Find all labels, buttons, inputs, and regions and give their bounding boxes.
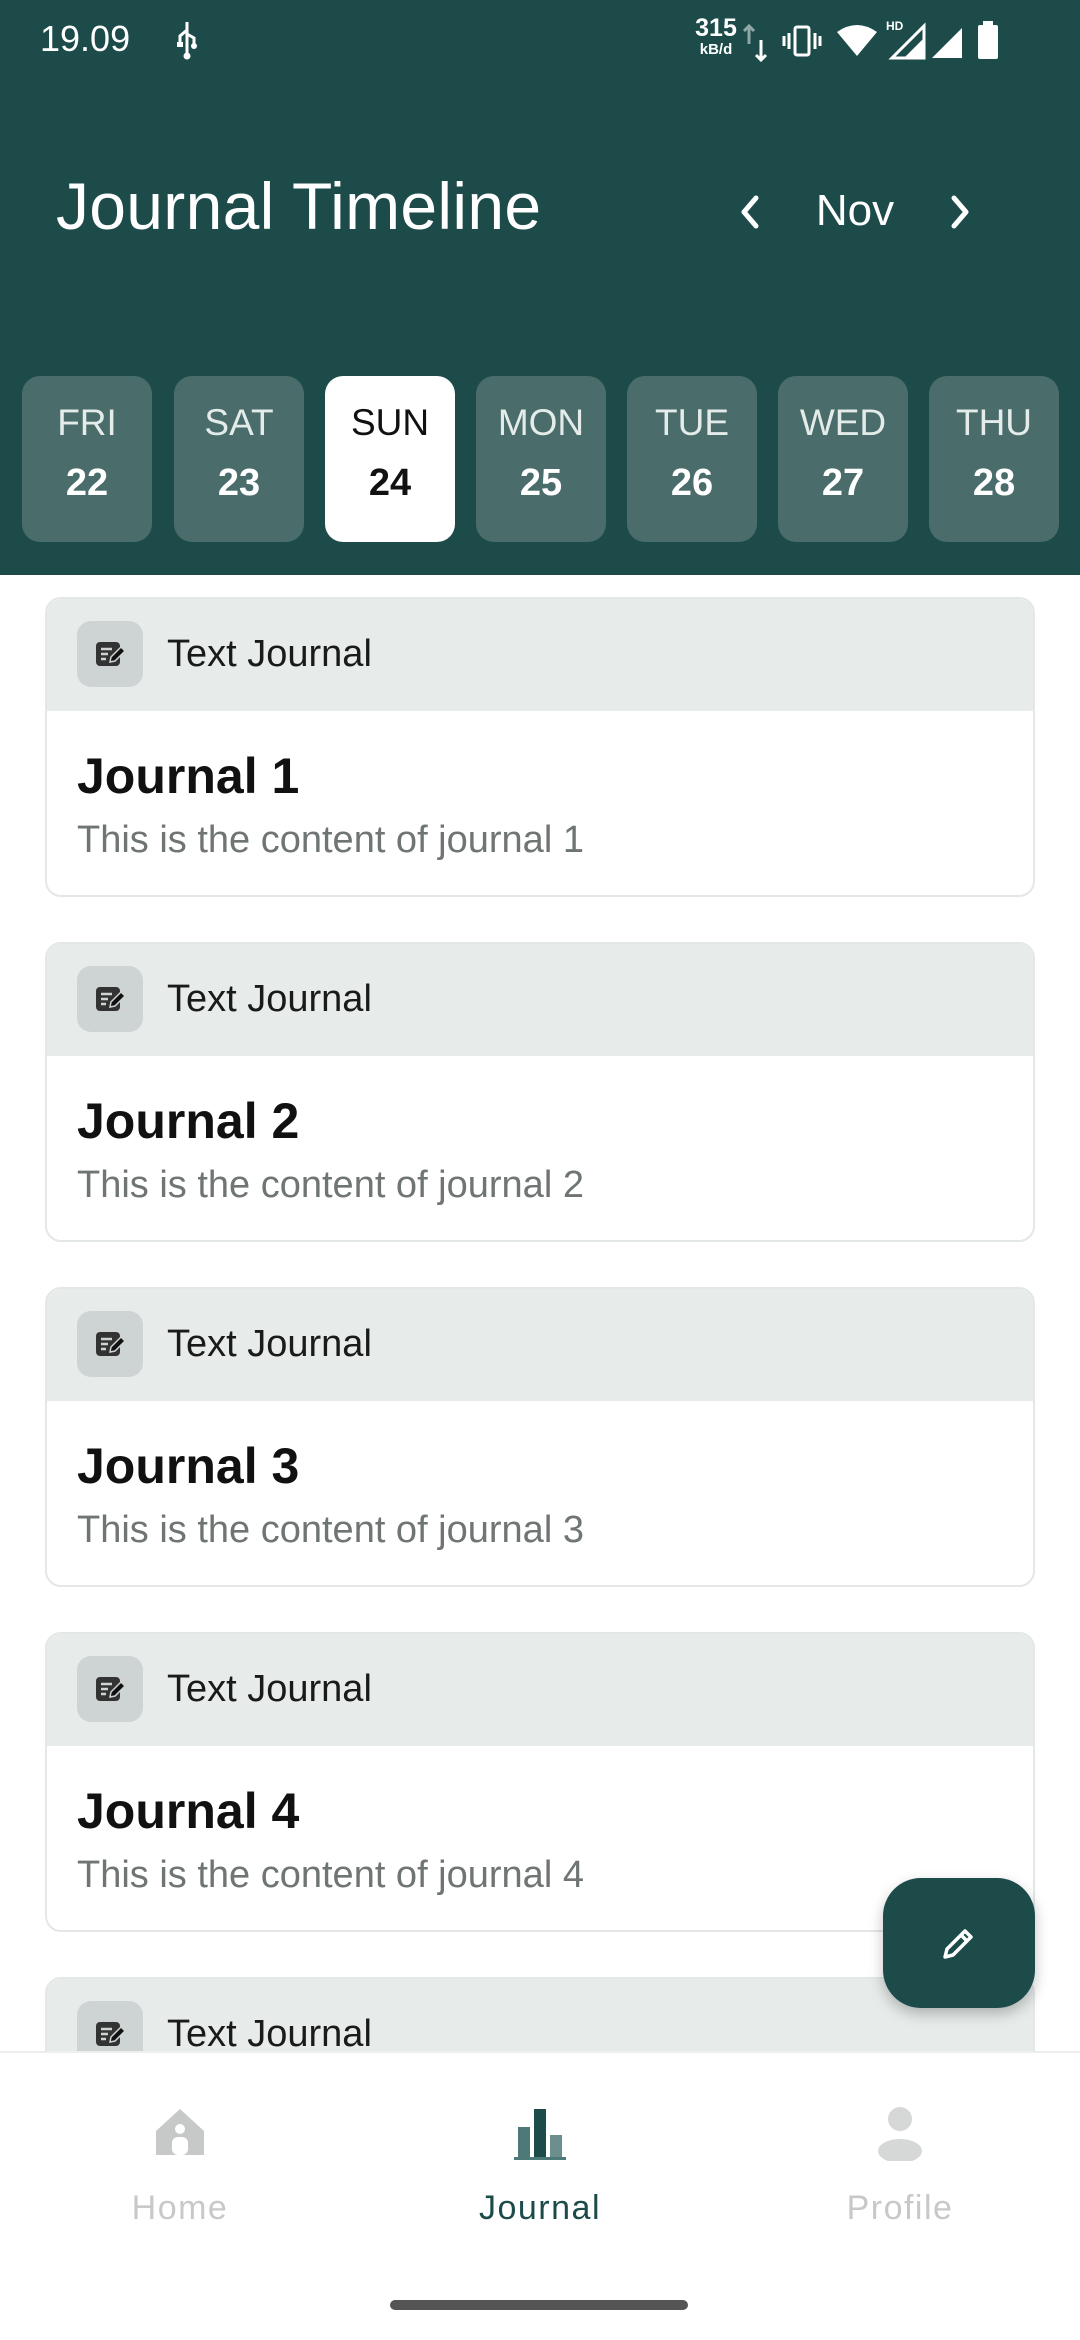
card-header: Text Journal bbox=[47, 599, 1033, 711]
day-chip-tue[interactable]: TUE 26 bbox=[627, 376, 757, 542]
home-icon bbox=[156, 2109, 204, 2155]
journal-type-label: Text Journal bbox=[167, 633, 372, 675]
hd-signal-icon: HD bbox=[886, 19, 926, 60]
journal-card[interactable]: Text Journal Journal 2 This is the conte… bbox=[45, 942, 1035, 1242]
journal-content: This is the content of journal 3 bbox=[77, 1509, 584, 1551]
edit-note-icon bbox=[77, 1311, 143, 1377]
journal-card[interactable]: Text Journal Journal 3 This is the conte… bbox=[45, 1287, 1035, 1587]
nav-label: Home bbox=[131, 2189, 229, 2227]
nav-label: Profile bbox=[846, 2189, 954, 2227]
nav-item-journal[interactable]: Journal bbox=[360, 2053, 720, 2253]
battery-icon bbox=[978, 21, 998, 59]
month-label: Nov bbox=[815, 186, 895, 235]
journal-type-label: Text Journal bbox=[167, 2013, 372, 2051]
day-name: MON bbox=[497, 402, 585, 443]
edit-note-icon bbox=[77, 2001, 143, 2051]
day-name: SAT bbox=[204, 402, 274, 443]
day-name: SUN bbox=[350, 402, 430, 443]
day-name: WED bbox=[799, 402, 887, 443]
net-speed-unit: kB/d bbox=[699, 41, 733, 58]
wifi-icon bbox=[837, 25, 877, 56]
person-icon bbox=[878, 2107, 922, 2161]
day-number: 22 bbox=[65, 462, 109, 504]
nav-label: Journal bbox=[478, 2189, 601, 2227]
bottom-navigation: Home Journal Profile bbox=[0, 2051, 1080, 2340]
card-header: Text Journal bbox=[47, 1289, 1033, 1401]
status-time: 19.09 bbox=[40, 18, 131, 59]
net-speed-value: 315 bbox=[695, 14, 737, 42]
card-header: Text Journal bbox=[47, 1634, 1033, 1746]
card-body: Journal 3 This is the content of journal… bbox=[47, 1401, 1033, 1585]
net-speed: 315 kB/d bbox=[694, 14, 738, 58]
chevron-left-icon[interactable] bbox=[728, 186, 772, 238]
day-chip-sat[interactable]: SAT 23 bbox=[174, 376, 304, 542]
svg-text:HD: HD bbox=[886, 19, 904, 33]
journal-title: Journal 3 bbox=[77, 1438, 300, 1494]
card-body: Journal 1 This is the content of journal… bbox=[47, 711, 1033, 895]
edit-note-icon bbox=[77, 621, 143, 687]
day-number: 24 bbox=[368, 462, 412, 504]
nav-item-profile[interactable]: Profile bbox=[720, 2053, 1080, 2253]
day-selector: FRI 22 SAT 23 SUN 24 MON 25 TUE 26 WED 2… bbox=[0, 376, 1080, 542]
journal-type-label: Text Journal bbox=[167, 978, 372, 1020]
day-chip-fri[interactable]: FRI 22 bbox=[22, 376, 152, 542]
journal-card[interactable]: Text Journal Journal 4 This is the conte… bbox=[45, 1632, 1035, 1932]
journal-title: Journal 1 bbox=[77, 748, 300, 804]
home-indicator[interactable] bbox=[390, 2300, 688, 2310]
journal-type-label: Text Journal bbox=[167, 1323, 372, 1365]
day-name: THU bbox=[955, 402, 1033, 443]
day-name: TUE bbox=[655, 402, 729, 443]
journal-content: This is the content of journal 2 bbox=[77, 1164, 584, 1206]
journal-list[interactable]: Text Journal Journal 1 This is the conte… bbox=[0, 575, 1080, 2051]
vibrate-icon bbox=[782, 25, 822, 57]
signal-icon bbox=[932, 28, 962, 58]
data-transfer-icon bbox=[742, 23, 768, 63]
journal-title: Journal 2 bbox=[77, 1093, 300, 1149]
journal-content: This is the content of journal 1 bbox=[77, 819, 584, 861]
journal-card[interactable]: Text Journal Journal 1 This is the conte… bbox=[45, 597, 1035, 897]
journal-title: Journal 4 bbox=[77, 1783, 300, 1839]
edit-note-icon bbox=[77, 966, 143, 1032]
new-journal-button[interactable] bbox=[883, 1878, 1035, 2008]
day-number: 28 bbox=[972, 462, 1016, 504]
day-chip-thu[interactable]: THU 28 bbox=[929, 376, 1059, 542]
journal-content: This is the content of journal 4 bbox=[77, 1854, 584, 1896]
card-header: Text Journal bbox=[47, 1979, 1033, 2051]
day-number: 27 bbox=[821, 462, 865, 504]
journal-type-label: Text Journal bbox=[167, 1668, 372, 1710]
app-header: 19.09 315 kB/d HD Journal Timeline Nov F… bbox=[0, 0, 1080, 575]
day-name: FRI bbox=[57, 402, 117, 443]
card-header: Text Journal bbox=[47, 944, 1033, 1056]
usb-icon bbox=[177, 22, 197, 60]
page-title: Journal Timeline bbox=[56, 169, 542, 243]
edit-note-icon bbox=[77, 1656, 143, 1722]
day-number: 26 bbox=[670, 462, 714, 504]
journal-card[interactable]: Text Journal bbox=[45, 1977, 1035, 2051]
day-number: 25 bbox=[519, 462, 563, 504]
day-chip-wed[interactable]: WED 27 bbox=[778, 376, 908, 542]
pencil-icon bbox=[943, 1929, 973, 1959]
status-bar: 19.09 315 kB/d HD bbox=[0, 0, 1080, 80]
day-chip-sun[interactable]: SUN 24 bbox=[325, 376, 455, 542]
nav-item-home[interactable]: Home bbox=[0, 2053, 360, 2253]
card-body: Journal 2 This is the content of journal… bbox=[47, 1056, 1033, 1240]
bar-chart-icon bbox=[514, 2109, 566, 2160]
day-number: 23 bbox=[217, 462, 261, 504]
chevron-right-icon[interactable] bbox=[938, 186, 982, 238]
day-chip-mon[interactable]: MON 25 bbox=[476, 376, 606, 542]
